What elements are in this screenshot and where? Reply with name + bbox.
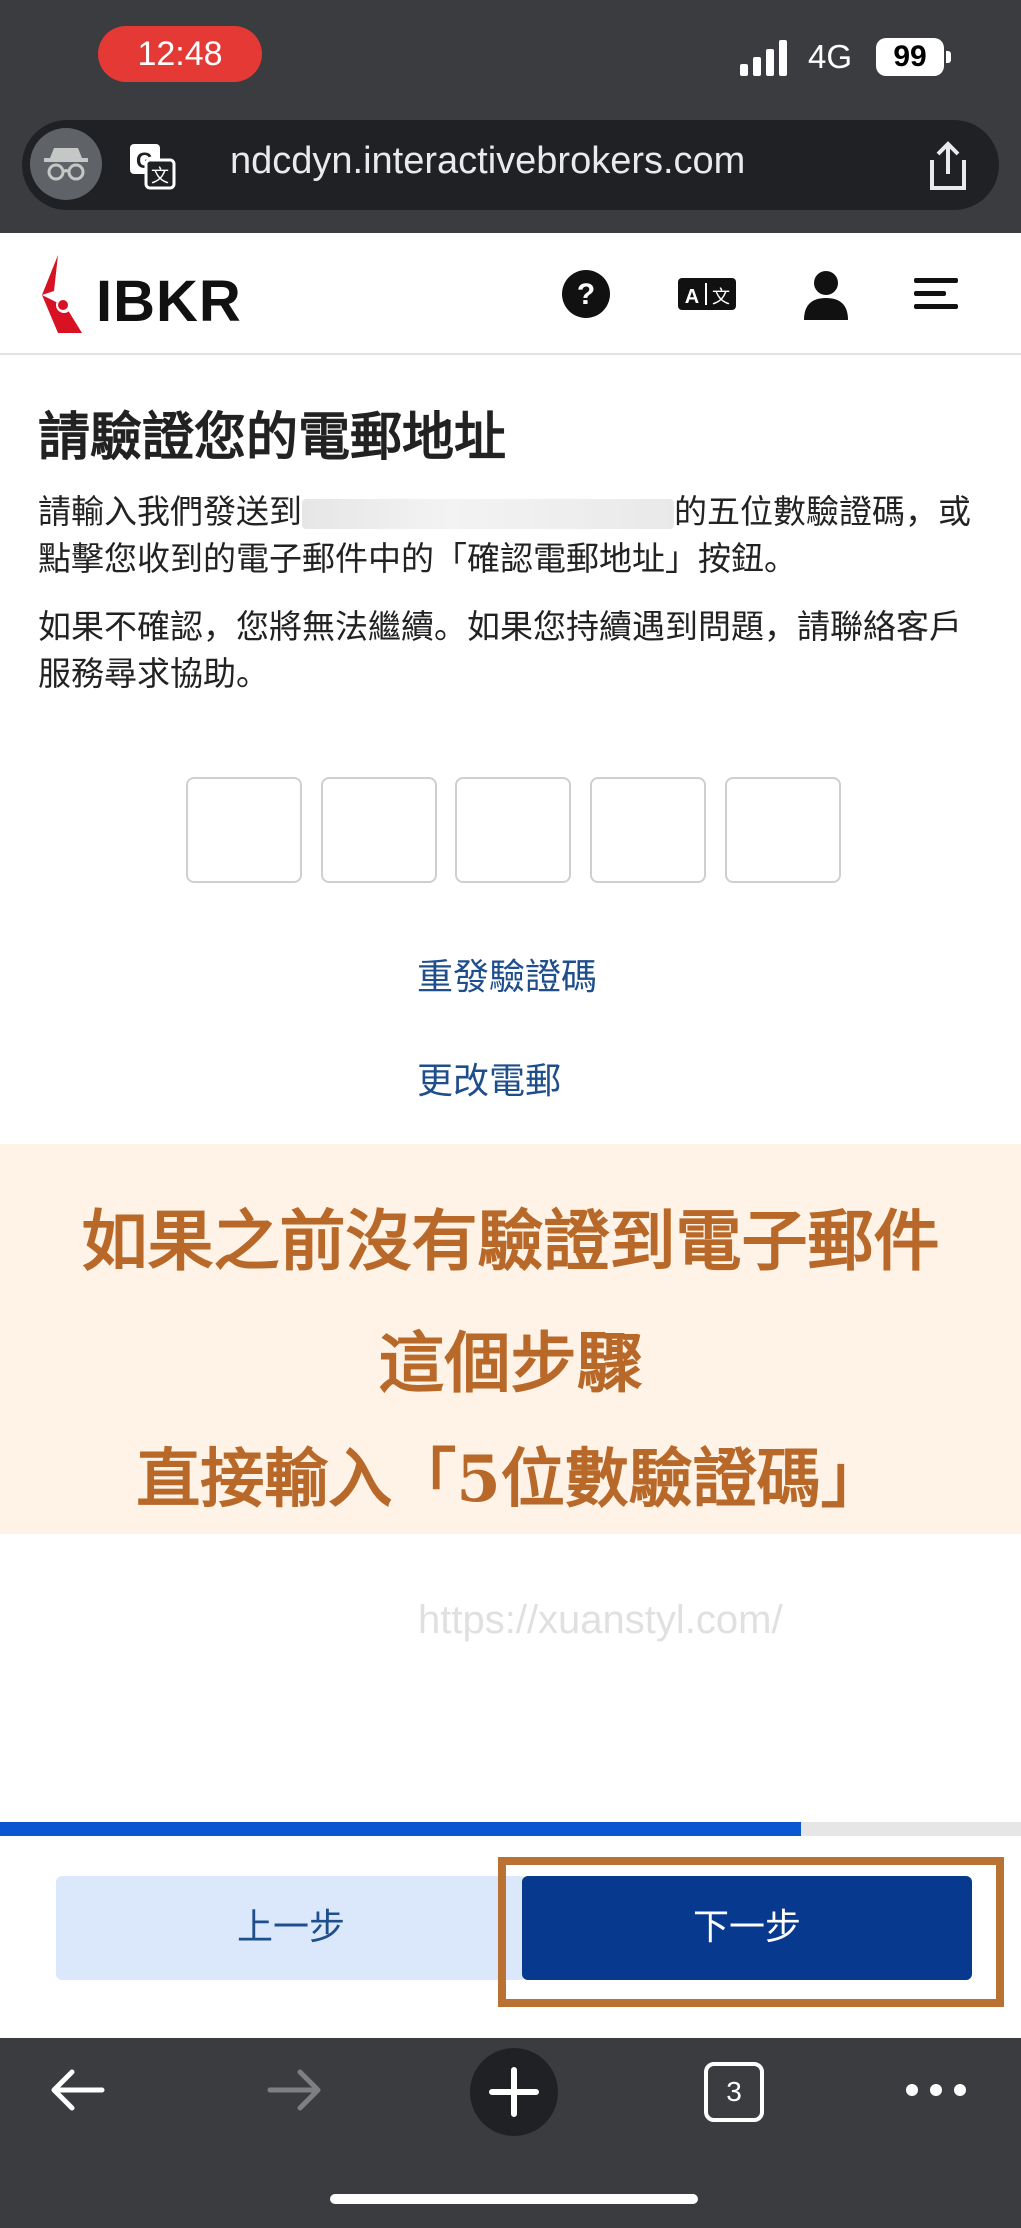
code-digit-5[interactable] <box>725 777 841 883</box>
code-digit-3[interactable] <box>455 777 571 883</box>
instruction-prefix: 請輸入我們發送到 <box>38 492 302 531</box>
svg-text:A: A <box>685 286 699 308</box>
forward-arrow-icon[interactable] <box>266 2066 326 2114</box>
new-tab-button[interactable] <box>470 2048 558 2136</box>
status-time: 12:48 <box>98 26 262 82</box>
warning-text: 如果不確認，您將無法繼續。如果您持續遇到問題，請聯絡客戶 服務尋求協助。 <box>38 603 988 697</box>
network-type: 4G <box>808 38 853 75</box>
account-icon[interactable] <box>798 266 854 322</box>
banner-line-3: 直接輸入「5位數驗證碼」 <box>136 1442 885 1517</box>
tab-switcher-button[interactable]: 3 <box>704 2062 764 2122</box>
ibkr-logo-text: IBKR <box>96 269 242 334</box>
code-digit-2[interactable] <box>321 777 437 883</box>
home-indicator <box>330 2194 698 2204</box>
signal-icon <box>740 40 787 76</box>
svg-text:文: 文 <box>712 287 730 308</box>
instruction-text: 請輸入我們發送到 的五位數驗證碼，或 點擊您收到的電子郵件中的「確認電郵地址」按鈕… <box>38 488 988 582</box>
battery-tip <box>946 51 951 63</box>
svg-text:?: ? <box>577 278 595 311</box>
previous-button[interactable]: 上一步 <box>56 1876 526 1980</box>
resend-code-link[interactable]: 重發驗證碼 <box>417 948 597 1000</box>
page-title: 請驗證您的電郵地址 <box>38 408 507 468</box>
menu-icon[interactable] <box>908 266 964 322</box>
code-digit-1[interactable] <box>186 777 302 883</box>
banner-line-2: 這個步驟 <box>378 1324 643 1402</box>
back-arrow-icon[interactable] <box>46 2066 106 2114</box>
instruction-suffix: 的五位數驗證碼，或 <box>674 492 971 531</box>
ibkr-logo-icon <box>42 255 82 333</box>
incognito-icon[interactable] <box>30 128 102 200</box>
url-text[interactable]: ndcdyn.interactivebrokers.com <box>230 140 745 183</box>
more-icon[interactable] <box>904 2080 968 2100</box>
instruction-line2: 點擊您收到的電子郵件中的「確認電郵地址」按鈕。 <box>38 539 797 578</box>
banner-line-1: 如果之前沒有驗證到電子郵件 <box>81 1202 940 1280</box>
help-icon[interactable]: ? <box>558 266 614 322</box>
battery-icon: 99 <box>876 38 944 76</box>
language-icon[interactable]: A 文 <box>676 266 738 322</box>
progress-fill <box>0 1822 802 1836</box>
next-button[interactable]: 下一步 <box>522 1876 972 1980</box>
svg-text:文: 文 <box>151 166 169 187</box>
warning-line1: 如果不確認，您將無法繼續。如果您持續遇到問題，請聯絡客戶 <box>38 607 962 646</box>
redacted-email <box>302 498 674 529</box>
warning-line2: 服務尋求協助。 <box>38 654 269 693</box>
watermark: https://xuanstyl.com/ <box>418 1598 783 1642</box>
code-digit-4[interactable] <box>590 777 706 883</box>
share-icon[interactable] <box>922 138 974 194</box>
change-email-link[interactable]: 更改電郵 <box>417 1052 561 1104</box>
translate-icon[interactable]: G 文 <box>128 142 176 190</box>
plus-icon <box>489 2067 539 2117</box>
